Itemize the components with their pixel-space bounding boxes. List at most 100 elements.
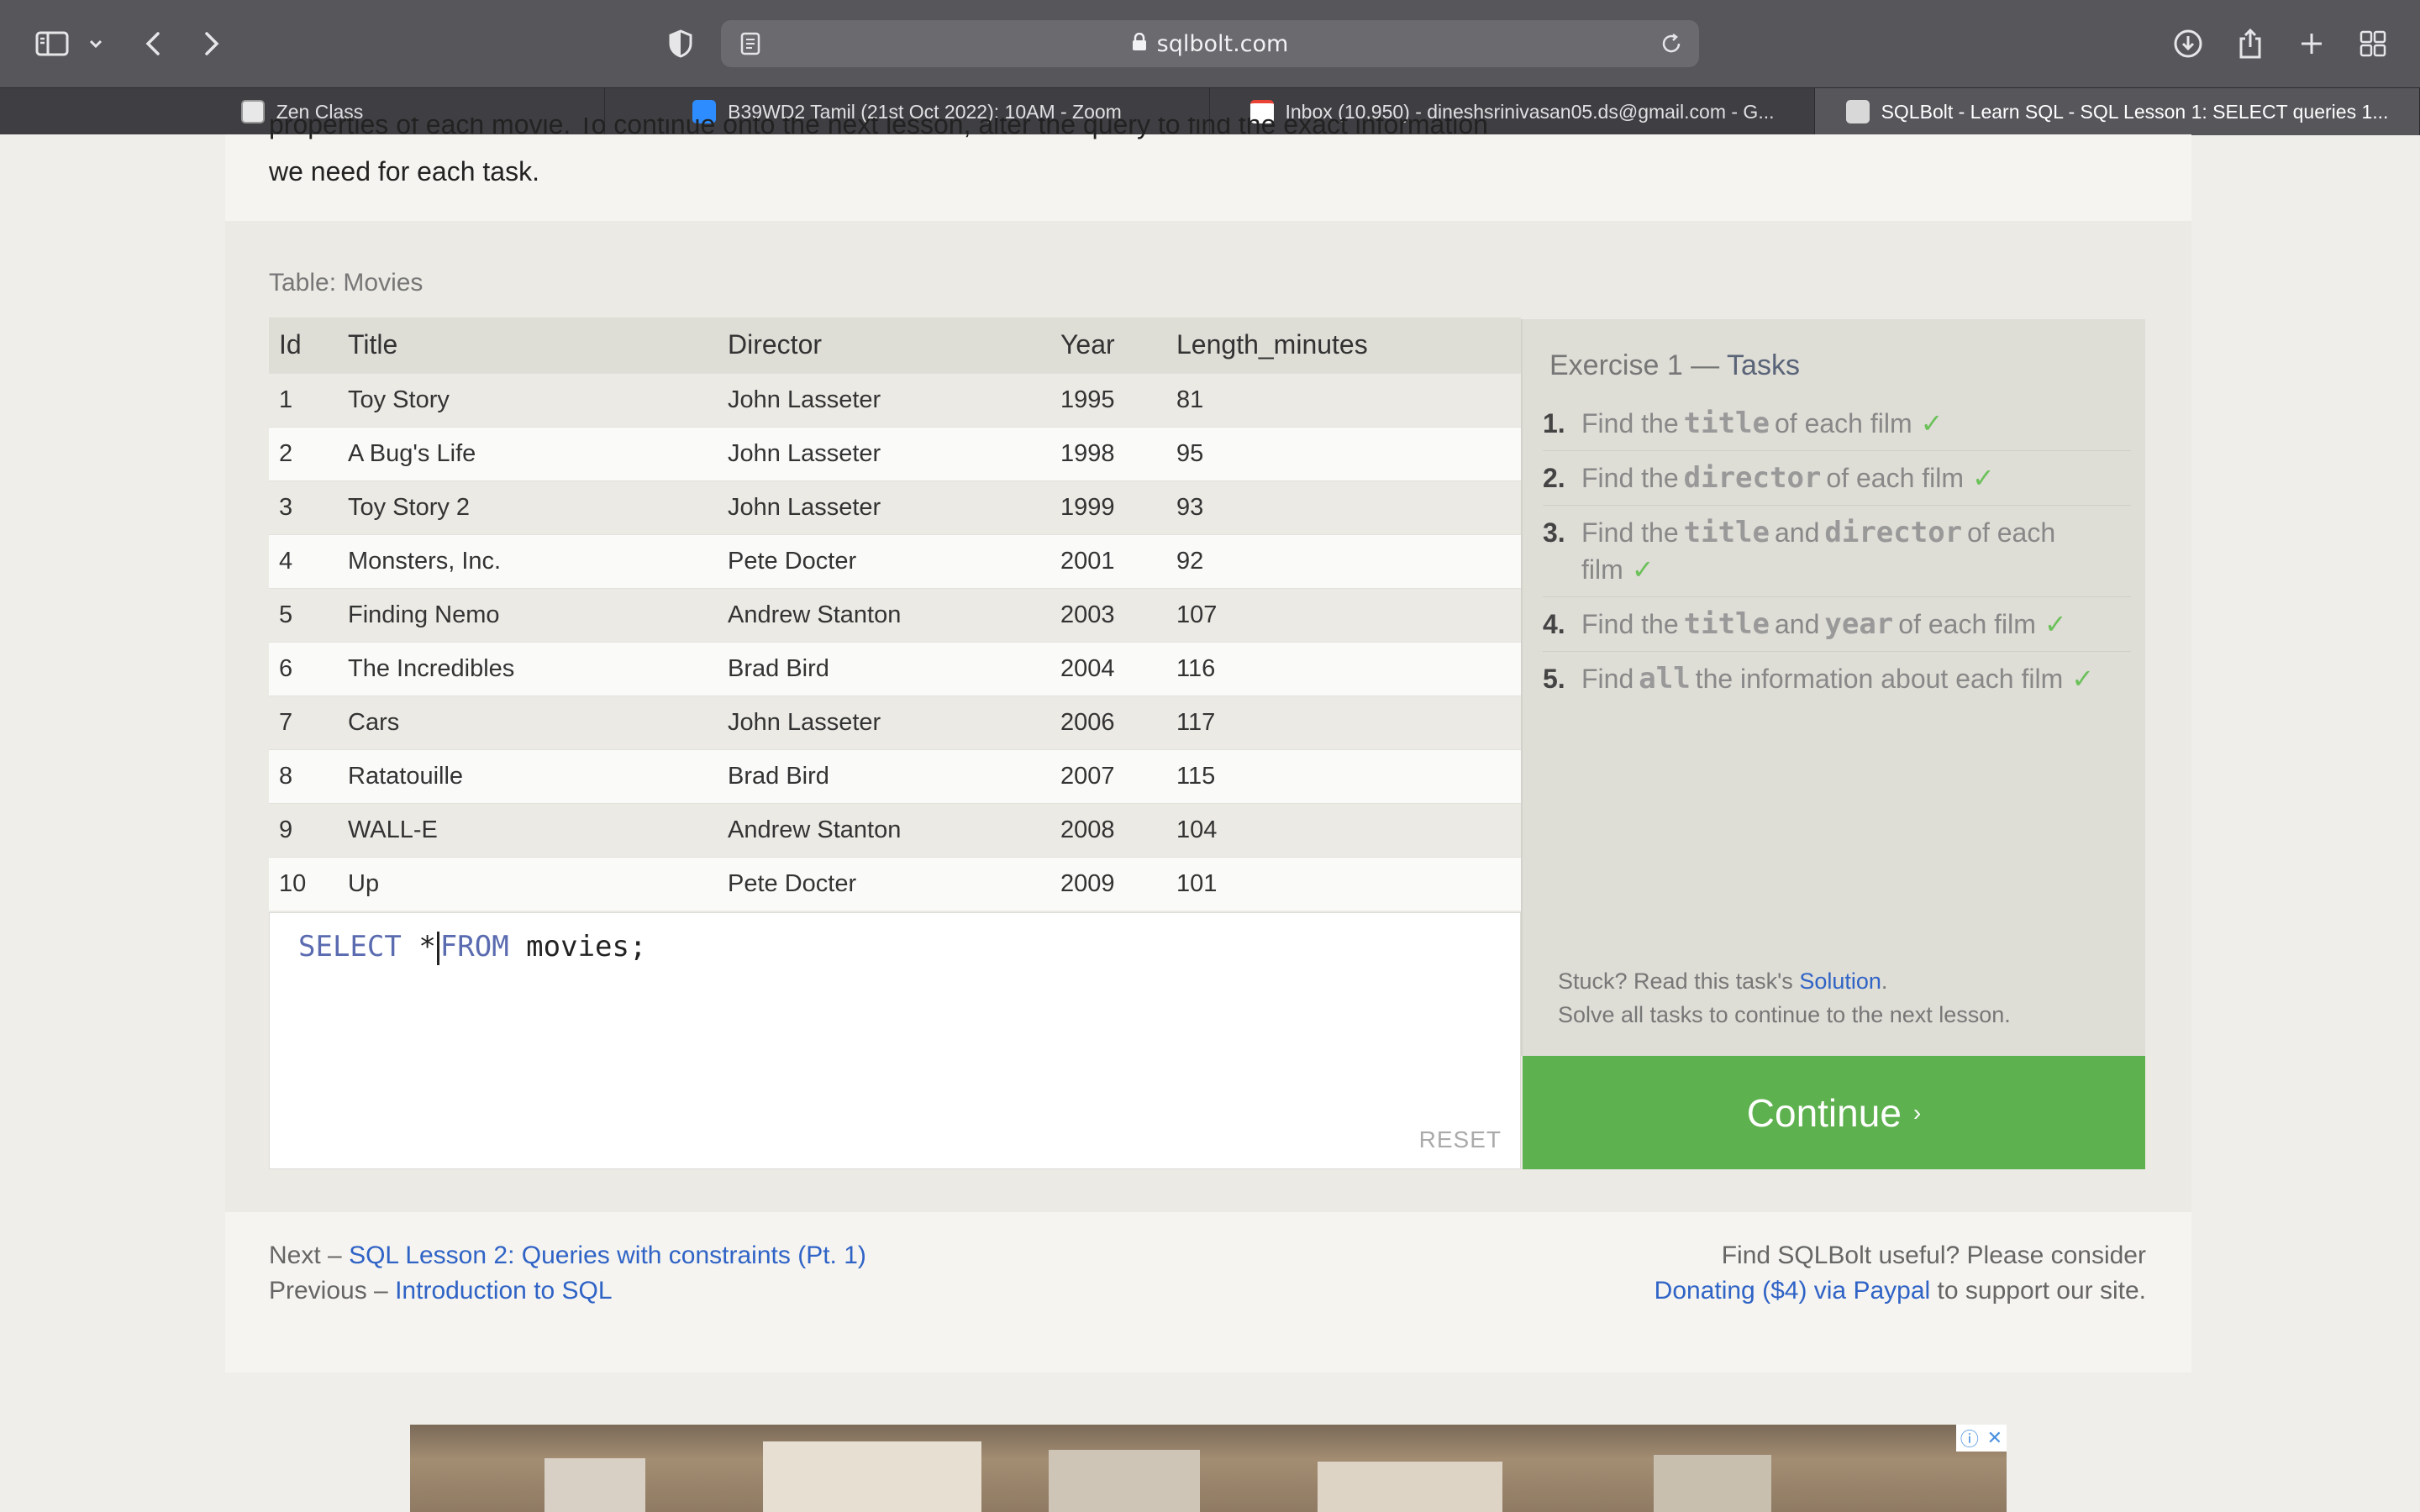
table-cell: 2001 <box>1050 533 1166 588</box>
column-header: Title <box>338 318 718 373</box>
task-item: 2. Find the director of each film ✓ <box>1543 451 2131 506</box>
table-row: 4 Monsters, Inc. Pete Docter 2001 92 <box>269 533 1521 588</box>
table-cell: Monsters, Inc. <box>338 533 718 588</box>
table-header-row: Id Title Director Year Length_minutes <box>269 318 1521 373</box>
url-text: sqlbolt.com <box>1156 30 1289 57</box>
table-cell: 107 <box>1166 587 1521 642</box>
table-row: 9 WALL-E Andrew Stanton 2008 104 <box>269 802 1521 857</box>
table-row: 5 Finding Nemo Andrew Stanton 2003 107 <box>269 587 1521 642</box>
tab-sqlbolt[interactable]: SQLBolt - Learn SQL - SQL Lesson 1: SELE… <box>1815 88 2420 135</box>
tasks-panel: Exercise 1 — Tasks 1. Find the title of eac… <box>1521 319 2145 1056</box>
table-row: 3 Toy Story 2 John Lasseter 1999 93 <box>269 480 1521 534</box>
table-cell: 8 <box>269 748 338 803</box>
previous-prefix: Previous – <box>269 1277 388 1305</box>
table-cell: Cars <box>338 695 718 749</box>
table-row: 8 Ratatouille Brad Bird 2007 115 <box>269 748 1521 803</box>
column-header: Length_minutes <box>1166 318 1521 373</box>
task-code: director <box>1824 516 1963 549</box>
task-item: 3. Find the title and director of each film ✓ <box>1543 506 2131 597</box>
table-cell: 81 <box>1166 372 1521 427</box>
intro-text-clipped: properties of each movie. To continue on… <box>269 118 1488 139</box>
task-code: title <box>1683 607 1770 641</box>
table-cell: 93 <box>1166 480 1521 534</box>
table-cell: 2008 <box>1050 802 1166 857</box>
table-row: 7 Cars John Lasseter 2006 117 <box>269 695 1521 749</box>
support-text: Find SQLBolt useful? Please consider <box>1721 1242 2146 1269</box>
sql-query[interactable]: SELECT * FROM movies; <box>298 930 646 965</box>
tab-label: SQLBolt - Learn SQL - SQL Lesson 1: SELE… <box>1881 100 2389 123</box>
task-item: 1. Find the title of each film ✓ <box>1543 396 2131 451</box>
column-header: Id <box>269 318 338 373</box>
intro-text: we need for each task. <box>269 156 539 186</box>
sql-editor[interactable]: SELECT * FROM movies; RESET <box>269 912 1521 1169</box>
table-cell: Brad Bird <box>718 748 1050 803</box>
table-cell: 5 <box>269 587 338 642</box>
column-header: Director <box>718 318 1050 373</box>
sql-keyword: SELECT <box>298 930 402 963</box>
task-number: 4. <box>1543 609 1565 639</box>
tasks-title-suffix: Tasks <box>1727 349 1800 381</box>
reload-icon[interactable] <box>1650 20 1692 67</box>
ad-close-controls[interactable]: ⓘ ✕ <box>1956 1425 2007 1452</box>
forward-icon[interactable] <box>188 20 235 67</box>
table-cell: 117 <box>1166 695 1521 749</box>
close-icon[interactable]: ✕ <box>1987 1428 2002 1449</box>
task-code: title <box>1683 407 1770 440</box>
share-icon[interactable] <box>2227 20 2274 67</box>
advertisement-banner[interactable]: ⓘ ✕ <box>410 1425 2007 1512</box>
tab-overview-icon[interactable] <box>2349 20 2396 67</box>
table-cell: Toy Story <box>338 372 718 427</box>
table-row: 6 The Incredibles Brad Bird 2004 116 <box>269 641 1521 696</box>
table-cell: Up <box>338 856 718 911</box>
continue-button[interactable]: Continue › <box>1523 1056 2145 1169</box>
tasks-title: Exercise 1 — Tasks <box>1549 349 1800 382</box>
previous-lesson-link[interactable]: Introduction to SQL <box>395 1277 613 1305</box>
address-bar[interactable]: sqlbolt.com <box>721 20 1699 67</box>
back-icon[interactable] <box>129 20 176 67</box>
check-icon: ✓ <box>1972 463 1995 493</box>
reset-button[interactable]: RESET <box>1419 1126 1502 1153</box>
table-cell: 7 <box>269 695 338 749</box>
table-cell: 2004 <box>1050 641 1166 696</box>
table-cell: WALL-E <box>338 802 718 857</box>
table-cell: Toy Story 2 <box>338 480 718 534</box>
table-cell: 9 <box>269 802 338 857</box>
table-cell: 104 <box>1166 802 1521 857</box>
lesson-navigation: Next – SQL Lesson 2: Queries with constr… <box>269 1238 866 1309</box>
movies-table: Id Title Director Year Length_minutes 1T… <box>269 318 1521 911</box>
table-cell: Andrew Stanton <box>718 587 1050 642</box>
new-tab-icon[interactable] <box>2288 20 2335 67</box>
table-cell: 2003 <box>1050 587 1166 642</box>
task-item: 4. Find the title and year of each film ✓ <box>1543 597 2131 652</box>
table-cell: 6 <box>269 641 338 696</box>
table-cell: 1 <box>269 372 338 427</box>
sidebar-toggle-icon[interactable] <box>29 20 76 67</box>
check-icon: ✓ <box>2044 609 2067 639</box>
table-cell: The Incredibles <box>338 641 718 696</box>
task-text: Find the title of each film ✓ <box>1581 407 1944 440</box>
table-cell: 4 <box>269 533 338 588</box>
task-item: 5. Find all the information about each film… <box>1543 652 2131 706</box>
chevron-down-icon[interactable] <box>81 20 111 67</box>
chevron-right-icon: › <box>1912 1099 1922 1126</box>
check-icon: ✓ <box>2071 664 2095 694</box>
table-cell: 2 <box>269 426 338 480</box>
next-lesson-link[interactable]: SQL Lesson 2: Queries with constraints (… <box>349 1242 866 1269</box>
donate-link[interactable]: Donating ($4) via Paypal <box>1655 1277 1931 1305</box>
next-prefix: Next – <box>269 1242 342 1269</box>
table-cell: 101 <box>1166 856 1521 911</box>
task-code: director <box>1683 461 1822 495</box>
privacy-shield-icon[interactable] <box>657 20 704 67</box>
downloads-icon[interactable] <box>2165 20 2212 67</box>
ad-info-icon[interactable]: ⓘ <box>1960 1425 1979 1452</box>
table-caption: Table: Movies <box>269 269 424 297</box>
task-text: Find the title and year of each film ✓ <box>1581 607 2067 641</box>
table-cell: Ratatouille <box>338 748 718 803</box>
table-cell: 10 <box>269 856 338 911</box>
solution-link[interactable]: Solution <box>1799 969 1881 994</box>
task-number: 3. <box>1543 517 1565 548</box>
task-text: Find all the information about each film ✓ <box>1581 662 2095 696</box>
table-cell: Pete Docter <box>718 533 1050 588</box>
table-cell: John Lasseter <box>718 426 1050 480</box>
table-cell: 1999 <box>1050 480 1166 534</box>
